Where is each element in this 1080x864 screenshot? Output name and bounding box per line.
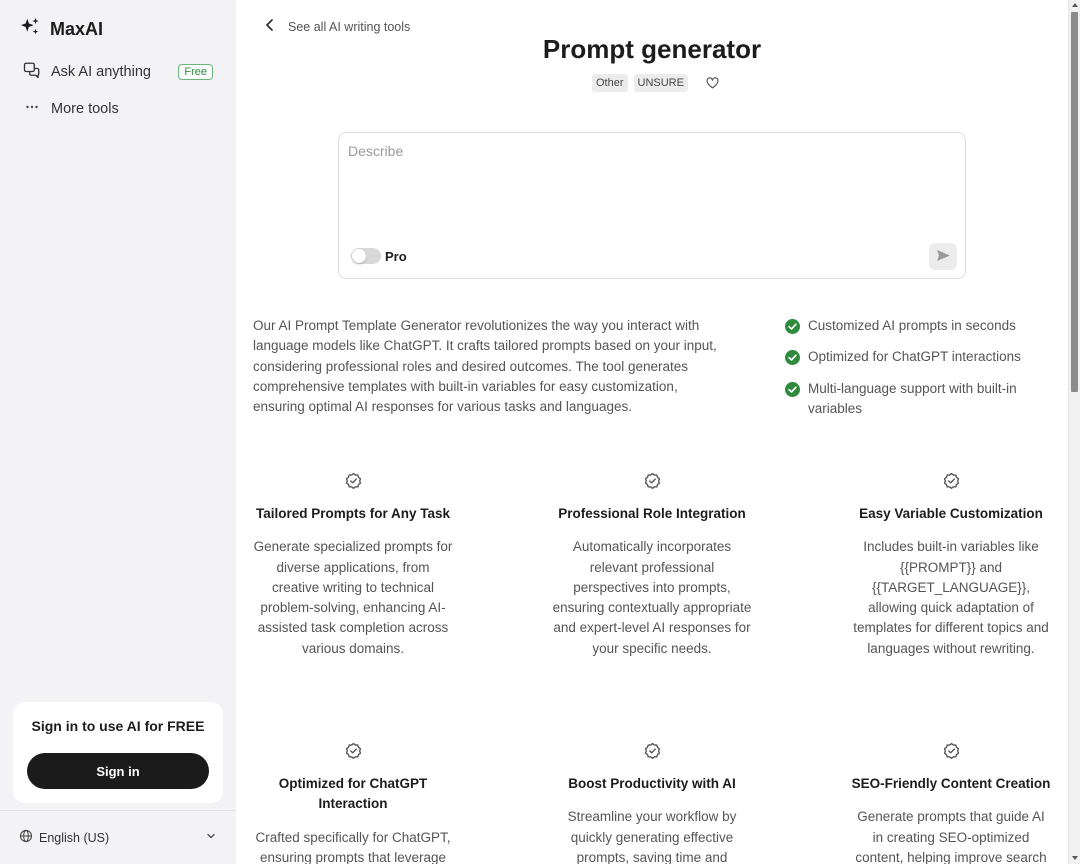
pro-toggle[interactable]: Pro [351,248,407,264]
scroll-up-arrow-icon[interactable] [1072,3,1078,7]
back-link-label: See all AI writing tools [288,19,411,34]
language-label: English (US) [39,830,110,845]
badge-check-icon [552,742,752,761]
sidebar-item-ask-ai[interactable]: Ask AI anything Free [23,61,213,83]
feature-card: Optimized for ChatGPT Interaction Crafte… [253,742,453,864]
ellipsis-icon [23,98,41,120]
badge-check-icon [552,472,752,491]
back-link[interactable]: See all AI writing tools [264,18,410,35]
feature-title: SEO-Friendly Content Creation [851,776,1051,791]
heart-icon[interactable] [706,77,719,89]
signin-card: Sign in to use AI for FREE Sign in [13,702,223,803]
toggle-switch[interactable] [351,248,381,264]
feature-description: Generate specialized prompts for diverse… [253,539,453,656]
pro-label: Pro [385,248,407,264]
feature-checklist: Customized AI prompts in seconds Optimiz… [785,316,1045,426]
check-circle-icon [785,316,800,340]
sidebar-item-more-tools[interactable]: More tools [23,98,119,120]
tag[interactable]: UNSURE [633,74,688,92]
feature-description: Includes built-in variables like {{PROMP… [853,539,1049,656]
feature-description: Automatically incorporates relevant prof… [552,539,752,656]
feature-card: Professional Role Integration Automatica… [552,472,752,659]
checklist-text: Customized AI prompts in seconds [808,318,1016,333]
feature-description: Crafted specifically for ChatGPT, ensuri… [255,829,451,864]
sidebar-item-label: More tools [51,101,119,117]
chevron-down-icon [205,830,217,845]
send-icon [936,248,950,266]
scrollbar-thumb[interactable] [1071,12,1078,392]
feature-title: Boost Productivity with AI [568,776,736,791]
page-scrollbar[interactable] [1068,0,1080,864]
checklist-item: Optimized for ChatGPT interactions [785,347,1045,371]
badge-check-icon [253,742,453,761]
feature-card: Tailored Prompts for Any Task Generate s… [253,472,453,659]
checklist-text: Multi-language support with built-in var… [808,380,1017,416]
checklist-text: Optimized for ChatGPT interactions [808,349,1021,365]
sparkles-icon [19,16,41,43]
signin-title: Sign in to use AI for FREE [31,718,205,734]
badge-check-icon [253,472,453,491]
feature-card: SEO-Friendly Content Creation Generate p… [851,742,1051,864]
tag[interactable]: Other [592,74,628,92]
globe-icon [19,829,33,846]
feature-title: Professional Role Integration [558,506,746,521]
check-circle-icon [785,347,800,371]
sign-in-button[interactable]: Sign in [27,753,209,789]
prompt-box: Pro [338,132,966,279]
feature-title: Tailored Prompts for Any Task [255,506,451,521]
tag-list: Other UNSURE [592,74,719,92]
describe-input[interactable] [348,143,948,233]
badge-check-icon [851,742,1051,761]
feature-card: Boost Productivity with AI Streamline yo… [552,742,752,864]
chat-icon [23,61,41,83]
sidebar-item-label: Ask AI anything [51,64,151,80]
chevron-left-icon [264,18,276,35]
intro-text: Our AI Prompt Template Generator revolut… [253,318,717,415]
sidebar: MaxAI Ask AI anything Free More tools Si… [0,0,236,864]
checklist-item: Customized AI prompts in seconds [785,316,1045,340]
feature-card: Easy Variable Customization Includes bui… [851,472,1051,659]
page-title: Prompt generator [542,34,762,64]
badge-check-icon [851,472,1051,491]
check-circle-icon [785,379,800,403]
brand[interactable]: MaxAI [19,16,103,43]
free-badge: Free [178,64,213,80]
checklist-item: Multi-language support with built-in var… [785,379,1045,420]
brand-name: MaxAI [50,19,104,39]
feature-description: Generate prompts that guide AI in creati… [855,809,1047,864]
feature-title: Optimized for ChatGPT Interaction [278,776,428,812]
feature-title: Easy Variable Customization [859,506,1043,521]
scroll-down-arrow-icon[interactable] [1072,856,1078,860]
divider [0,810,236,811]
feature-description: Streamline your workflow by quickly gene… [567,809,737,864]
main-content: See all AI writing tools Prompt generato… [236,0,1068,864]
language-selector[interactable]: English (US) [19,829,217,846]
send-button[interactable] [929,243,957,270]
